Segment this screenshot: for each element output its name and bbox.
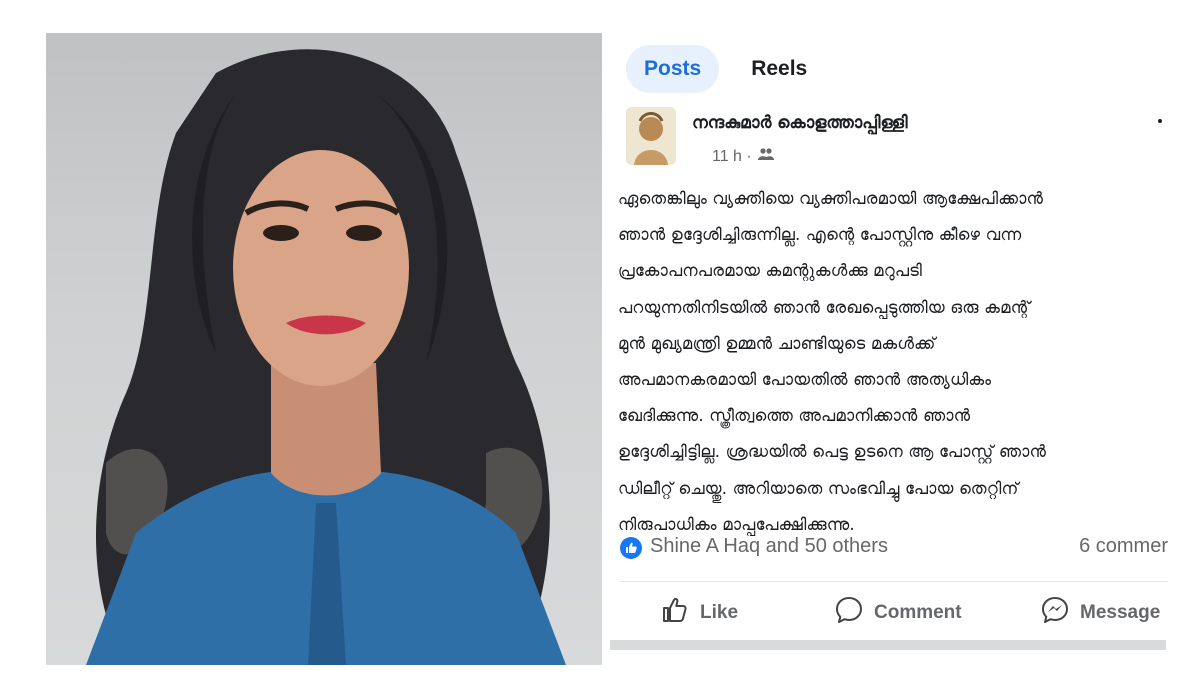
reaction-names[interactable]: Shine A Haq and 50 others: [650, 535, 888, 558]
facebook-post-panel: Posts Reels നന്ദകുമാർ കൊളത്താപ്പിള്ളി 11…: [608, 33, 1168, 665]
portrait-photo: [46, 33, 602, 665]
avatar[interactable]: [626, 107, 676, 165]
comment-button[interactable]: Comment: [834, 595, 962, 631]
like-reaction-icon: [620, 537, 642, 559]
thumbs-up-icon: [660, 595, 690, 631]
comment-count[interactable]: 6 commer: [1079, 535, 1168, 558]
post-meta: 11 h ·: [712, 147, 774, 166]
avatar-image: [626, 107, 676, 165]
profile-tabs: Posts Reels: [626, 43, 839, 95]
comment-label: Comment: [874, 602, 962, 623]
friends-icon: [757, 147, 774, 166]
like-button[interactable]: Like: [660, 595, 738, 631]
post-time[interactable]: 11 h ·: [712, 148, 752, 166]
post-actions: Like Comment Message: [620, 589, 1168, 633]
messenger-icon: [1040, 595, 1070, 631]
divider: [620, 581, 1168, 582]
more-options-icon[interactable]: [1158, 119, 1162, 123]
like-label: Like: [700, 602, 739, 623]
message-label: Message: [1080, 602, 1161, 623]
reaction-summary: Shine A Haq and 50 others 6 commer: [620, 533, 1168, 563]
tab-posts[interactable]: Posts: [626, 45, 720, 93]
tab-reels[interactable]: Reels: [733, 45, 825, 93]
message-button[interactable]: Message: [1040, 595, 1160, 631]
post-body: ഏതെങ്കിലും വ്യക്തിയെ വ്യക്തിപരമായി ആക്ഷേ…: [618, 189, 1047, 534]
post-header: നന്ദകുമാർ കൊളത്താപ്പിള്ളി 11 h ·: [626, 107, 1166, 169]
post-author[interactable]: നന്ദകുമാർ കൊളത്താപ്പിള്ളി: [692, 113, 908, 133]
comment-bubble-icon: [834, 595, 864, 631]
portrait-illustration: [86, 49, 566, 665]
bottom-scroll-bar: [610, 640, 1166, 650]
